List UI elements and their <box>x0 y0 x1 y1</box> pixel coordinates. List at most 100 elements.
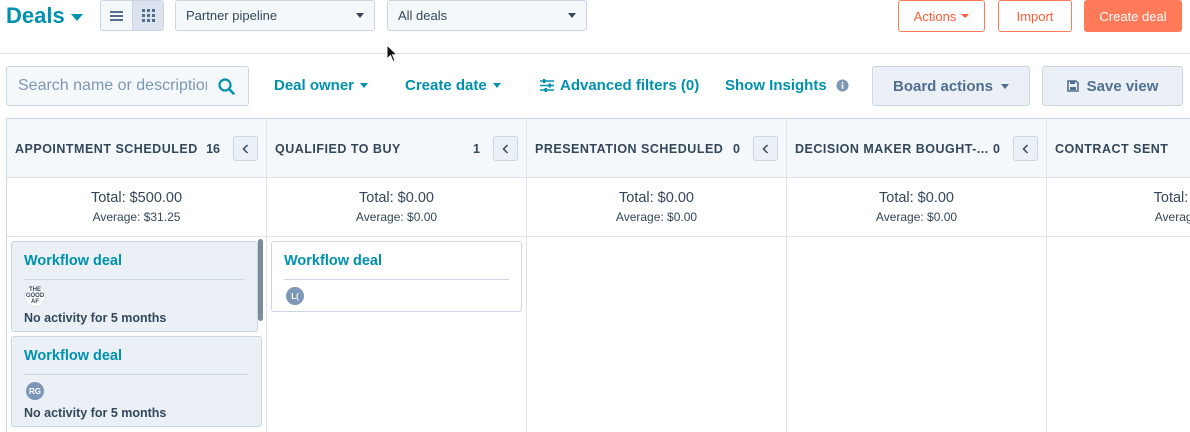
owner-initials: RG <box>29 386 41 396</box>
deal-owner-filter[interactable]: Deal owner <box>274 77 369 94</box>
owner-avatar: RG <box>24 380 46 402</box>
stage-total: Total: $0.00 <box>879 190 954 206</box>
stage-name: QUALIFIED TO BUY <box>275 142 401 156</box>
save-view-label: Save view <box>1086 77 1159 95</box>
stage-column: PRESENTATION SCHEDULED 0 Total: $0.00 Av… <box>527 119 787 432</box>
stage-cards: Workflow deal L( <box>267 237 526 432</box>
collapse-column-button[interactable] <box>493 136 518 161</box>
stage-cards <box>527 237 786 432</box>
chevron-down-icon <box>568 13 576 18</box>
chevron-down-icon <box>356 13 364 18</box>
stage-header: PRESENTATION SCHEDULED 0 <box>527 119 786 178</box>
owner-initials: L( <box>291 291 299 301</box>
stage-total: Total: $0.00 <box>619 190 694 206</box>
stage-header: CONTRACT SENT <box>1047 119 1190 178</box>
sliders-icon <box>540 79 554 92</box>
view-toggle <box>100 0 164 31</box>
deals-title-dropdown[interactable]: Deals <box>6 3 83 29</box>
card-divider <box>24 374 249 375</box>
list-icon <box>110 10 123 21</box>
stage-header: QUALIFIED TO BUY 1 <box>267 119 526 178</box>
stage-average: Average: $0.00 <box>615 210 698 224</box>
stage-column: QUALIFIED TO BUY 1 Total: $0.00 Average:… <box>267 119 527 432</box>
stage-totals: Total: $0.00 Average: $0.00 <box>527 178 786 237</box>
deal-card[interactable]: Workflow deal THE GOOD AF No activity fo… <box>11 241 258 332</box>
chevron-down-icon <box>360 83 369 88</box>
board-actions-button[interactable]: Board actions <box>872 66 1030 106</box>
activity-status: No activity for 5 months <box>24 311 167 325</box>
chevron-down-icon <box>492 83 501 88</box>
create-deal-button-label: Create deal <box>1099 8 1167 24</box>
grid-icon <box>141 9 155 22</box>
view-select[interactable]: All deals <box>387 0 587 31</box>
collapse-column-button[interactable] <box>753 136 778 161</box>
search-input[interactable] <box>7 77 207 95</box>
chevron-left-icon <box>242 143 249 154</box>
board-view-button[interactable] <box>132 1 163 30</box>
deal-board: APPOINTMENT SCHEDULED 16 Total: $500.00 … <box>6 118 1190 432</box>
stage-header: DECISION MAKER BOUGHT-... 0 <box>787 119 1046 178</box>
import-button[interactable]: Import <box>998 0 1072 32</box>
import-button-label: Import <box>1016 8 1054 24</box>
collapse-column-button[interactable] <box>1013 136 1038 161</box>
actions-button[interactable]: Actions <box>898 0 985 32</box>
save-view-button[interactable]: Save view <box>1042 66 1183 106</box>
stage-column: DECISION MAKER BOUGHT-... 0 Total: $0.00… <box>787 119 1047 432</box>
stage-total: Total: $0.00 <box>359 190 434 206</box>
stage-cards <box>787 237 1046 432</box>
mouse-pointer-icon <box>386 44 398 63</box>
create-date-filter[interactable]: Create date <box>405 77 501 94</box>
search-icon[interactable] <box>218 78 235 95</box>
actions-button-label: Actions <box>913 8 957 24</box>
stage-average: Average: $0.00 <box>355 210 438 224</box>
stage-total: Total: $500.00 <box>90 190 183 206</box>
top-bar: Deals Partner pipeline All deals Actions <box>0 0 1190 54</box>
board-actions-label: Board actions <box>892 77 994 95</box>
deal-name-link[interactable]: Workflow deal <box>24 253 122 269</box>
list-view-button[interactable] <box>101 1 132 30</box>
stage-deal-count: 1 <box>473 142 480 156</box>
chevron-down-icon <box>70 13 83 21</box>
stage-deal-count: 0 <box>733 142 740 156</box>
show-insights-label: Show Insights <box>725 77 827 94</box>
create-date-filter-label: Create date <box>405 77 487 94</box>
company-logo-text: THE GOOD AF <box>25 287 45 305</box>
pipeline-select-value: Partner pipeline <box>186 8 278 23</box>
stage-column: APPOINTMENT SCHEDULED 16 Total: $500.00 … <box>7 119 267 432</box>
stage-total: Total: $ <box>1153 190 1190 206</box>
stage-totals: Total: $0.00 Average: $0.00 <box>787 178 1046 237</box>
company-logo-avatar: THE GOOD AF <box>24 285 46 307</box>
deal-card[interactable]: Workflow deal RG No activity for 5 month… <box>11 336 262 427</box>
pipeline-select[interactable]: Partner pipeline <box>175 0 375 31</box>
chevron-down-icon <box>961 14 970 18</box>
stage-name: PRESENTATION SCHEDULED <box>535 142 724 156</box>
stage-totals: Total: $ Average <box>1047 178 1190 237</box>
activity-status: No activity for 5 months <box>24 406 167 420</box>
stage-totals: Total: $500.00 Average: $31.25 <box>7 178 266 237</box>
chevron-down-icon <box>1001 83 1010 89</box>
stage-name: APPOINTMENT SCHEDULED <box>15 142 198 156</box>
deal-name-link[interactable]: Workflow deal <box>24 348 122 364</box>
stage-totals: Total: $0.00 Average: $0.00 <box>267 178 526 237</box>
owner-avatar: L( <box>284 285 306 307</box>
stage-header: APPOINTMENT SCHEDULED 16 <box>7 119 266 178</box>
stage-column: CONTRACT SENT Total: $ Average <box>1047 119 1190 432</box>
stage-cards: Workflow deal THE GOOD AF No activity fo… <box>7 237 266 432</box>
search-box <box>6 66 249 106</box>
save-icon <box>1066 80 1079 92</box>
column-scrollbar[interactable] <box>258 239 263 321</box>
stage-average: Average: $31.25 <box>92 210 181 224</box>
chevron-left-icon <box>1022 143 1029 154</box>
stage-cards <box>1047 237 1190 432</box>
card-divider <box>284 279 509 280</box>
deal-card[interactable]: Workflow deal L( <box>271 241 522 312</box>
advanced-filters-link[interactable]: Advanced filters (0) <box>540 77 699 94</box>
card-divider <box>24 279 245 280</box>
collapse-column-button[interactable] <box>233 136 258 161</box>
create-deal-button[interactable]: Create deal <box>1084 0 1182 32</box>
deal-name-link[interactable]: Workflow deal <box>284 253 382 269</box>
show-insights-link[interactable]: Show Insights <box>725 77 849 94</box>
stage-name: DECISION MAKER BOUGHT-... <box>795 142 989 156</box>
deal-owner-filter-label: Deal owner <box>274 77 355 94</box>
stage-name: CONTRACT SENT <box>1055 142 1169 156</box>
